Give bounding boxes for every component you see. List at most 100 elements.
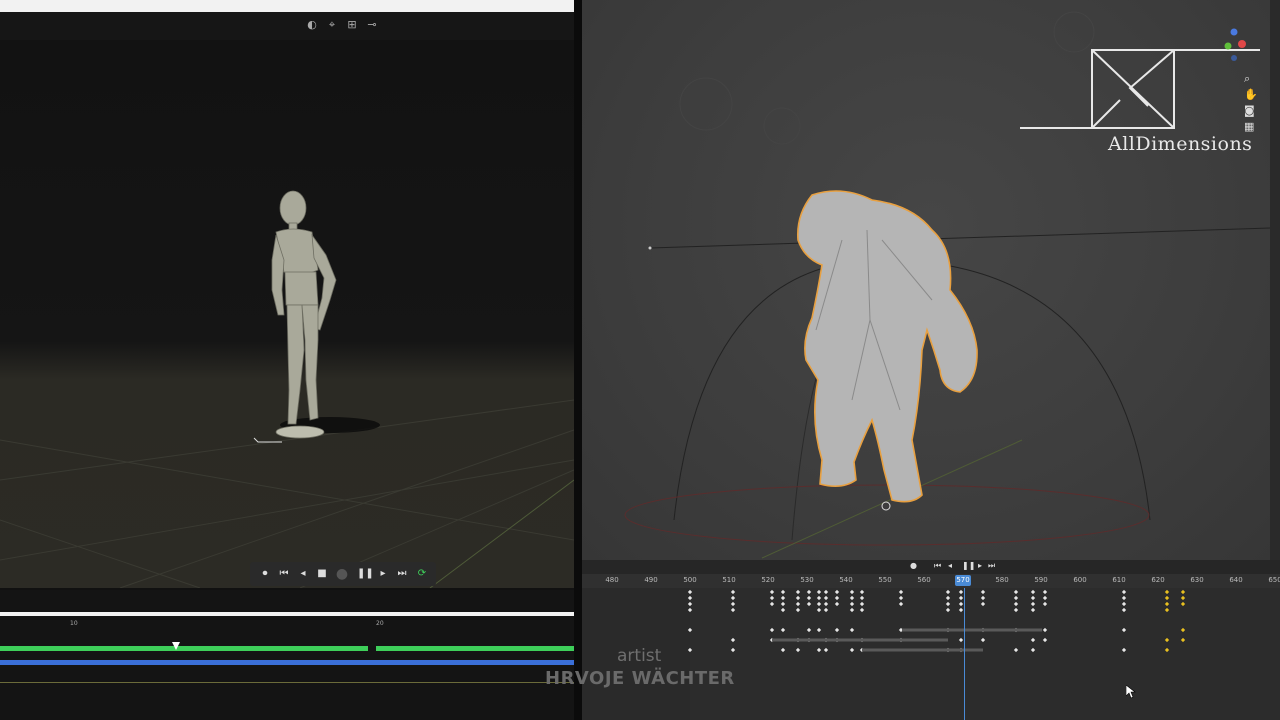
current-frame-indicator[interactable]: 570: [955, 575, 971, 586]
pan-hand-icon[interactable]: ✋: [1244, 88, 1258, 101]
keyframe[interactable]: [1121, 589, 1127, 595]
keyframe[interactable]: [834, 601, 840, 607]
keyframe[interactable]: [816, 607, 822, 613]
mannequin-viewport[interactable]: [0, 40, 574, 588]
keyframe[interactable]: [823, 647, 829, 653]
keyframe[interactable]: [980, 637, 986, 643]
keyframe[interactable]: [816, 601, 822, 607]
properties-sidebar[interactable]: [1270, 0, 1280, 560]
keyframe[interactable]: [687, 589, 693, 595]
keyframe[interactable]: [730, 589, 736, 595]
keyframe[interactable]: [1180, 589, 1186, 595]
keyframe[interactable]: [780, 589, 786, 595]
keyframe[interactable]: [795, 607, 801, 613]
keyframe[interactable]: [816, 627, 822, 633]
keyframe[interactable]: [945, 607, 951, 613]
keyframe[interactable]: [859, 601, 865, 607]
clip-track-green[interactable]: [376, 646, 574, 651]
keyframe[interactable]: [806, 627, 812, 633]
keyframe[interactable]: [1121, 601, 1127, 607]
dope-sheet[interactable]: ● ⏮ ◂ ❚❚ ▸ ⏭ 480 490 500 510 520 530 540 550 560…: [582, 560, 1280, 720]
keyframe[interactable]: [1164, 595, 1170, 601]
keyframe[interactable]: [958, 637, 964, 643]
keyframe[interactable]: [859, 589, 865, 595]
keyframe[interactable]: [1013, 607, 1019, 613]
step-forward-icon[interactable]: ▸: [376, 567, 390, 581]
camera-icon[interactable]: ◙: [1244, 104, 1255, 117]
keyframe[interactable]: [730, 595, 736, 601]
keyframe[interactable]: [806, 595, 812, 601]
keyframe[interactable]: [730, 637, 736, 643]
keyframe[interactable]: [780, 607, 786, 613]
keyframe[interactable]: [823, 601, 829, 607]
keyframe[interactable]: [945, 595, 951, 601]
keyframe[interactable]: [687, 627, 693, 633]
keyframe[interactable]: [859, 595, 865, 601]
keyframe[interactable]: [1042, 589, 1048, 595]
keyframe[interactable]: [806, 601, 812, 607]
keyframe[interactable]: [1013, 601, 1019, 607]
keyframe[interactable]: [834, 627, 840, 633]
playhead[interactable]: [964, 588, 965, 720]
keyframe[interactable]: [769, 627, 775, 633]
keyframe[interactable]: [795, 595, 801, 601]
keyframe[interactable]: [816, 589, 822, 595]
keyframe[interactable]: [823, 607, 829, 613]
grid-view-icon[interactable]: ▦: [1244, 120, 1254, 133]
keyframe[interactable]: [1164, 589, 1170, 595]
keyframe[interactable]: [1164, 647, 1170, 653]
transform-icon[interactable]: ⊞: [345, 18, 359, 32]
pin-icon[interactable]: ⊸: [365, 18, 379, 32]
snap-icon[interactable]: ⌖: [325, 18, 339, 32]
skip-start-icon[interactable]: ⏮: [934, 561, 941, 571]
keyframe[interactable]: [730, 647, 736, 653]
keyframe[interactable]: [958, 607, 964, 613]
keyframe[interactable]: [795, 647, 801, 653]
keyframe[interactable]: [849, 601, 855, 607]
keyframe[interactable]: [958, 595, 964, 601]
keyframe[interactable]: [1030, 589, 1036, 595]
keyframe[interactable]: [1164, 601, 1170, 607]
keyframe[interactable]: [1030, 595, 1036, 601]
mannequin-character[interactable]: [271, 190, 337, 439]
keyframe[interactable]: [945, 601, 951, 607]
keyframe[interactable]: [958, 601, 964, 607]
keyframe[interactable]: [1180, 627, 1186, 633]
record-icon[interactable]: ●: [910, 561, 917, 570]
keyframe[interactable]: [687, 601, 693, 607]
keyframe[interactable]: [898, 601, 904, 607]
keyframe[interactable]: [769, 595, 775, 601]
skip-end-icon[interactable]: ⏭: [395, 567, 409, 581]
keyframe[interactable]: [980, 589, 986, 595]
keyframe[interactable]: [687, 607, 693, 613]
keyframe[interactable]: [687, 595, 693, 601]
skip-end-icon[interactable]: ⏭: [988, 561, 995, 571]
frame-icon[interactable]: ◐: [305, 18, 319, 32]
keyframe[interactable]: [1121, 595, 1127, 601]
keyframe[interactable]: [687, 647, 693, 653]
loop-icon[interactable]: ⟳: [415, 567, 429, 581]
keyframe[interactable]: [780, 627, 786, 633]
keyframe[interactable]: [780, 601, 786, 607]
keyframe[interactable]: [1121, 607, 1127, 613]
keyframe[interactable]: [1042, 595, 1048, 601]
keyframe[interactable]: [1030, 647, 1036, 653]
keyframe[interactable]: [780, 595, 786, 601]
keyframe[interactable]: [769, 589, 775, 595]
frame-ruler[interactable]: 480 490 500 510 520 530 540 550 560 570 580 590 600 6…: [582, 574, 1280, 588]
clip-track-blue[interactable]: [0, 660, 574, 665]
creature-mesh[interactable]: [796, 190, 978, 503]
keyframe[interactable]: [806, 589, 812, 595]
keyframe[interactable]: [1030, 601, 1036, 607]
keyframe[interactable]: [834, 589, 840, 595]
keyframe[interactable]: [1030, 637, 1036, 643]
keyframe[interactable]: [1180, 637, 1186, 643]
keyframe[interactable]: [1013, 595, 1019, 601]
keyframe[interactable]: [795, 601, 801, 607]
stop-icon[interactable]: ■: [315, 567, 329, 581]
keyframe[interactable]: [849, 607, 855, 613]
navigation-gizmo[interactable]: [1214, 26, 1254, 66]
keyframe[interactable]: [834, 595, 840, 601]
keyframe-area[interactable]: [582, 588, 1280, 720]
keyframe[interactable]: [958, 589, 964, 595]
